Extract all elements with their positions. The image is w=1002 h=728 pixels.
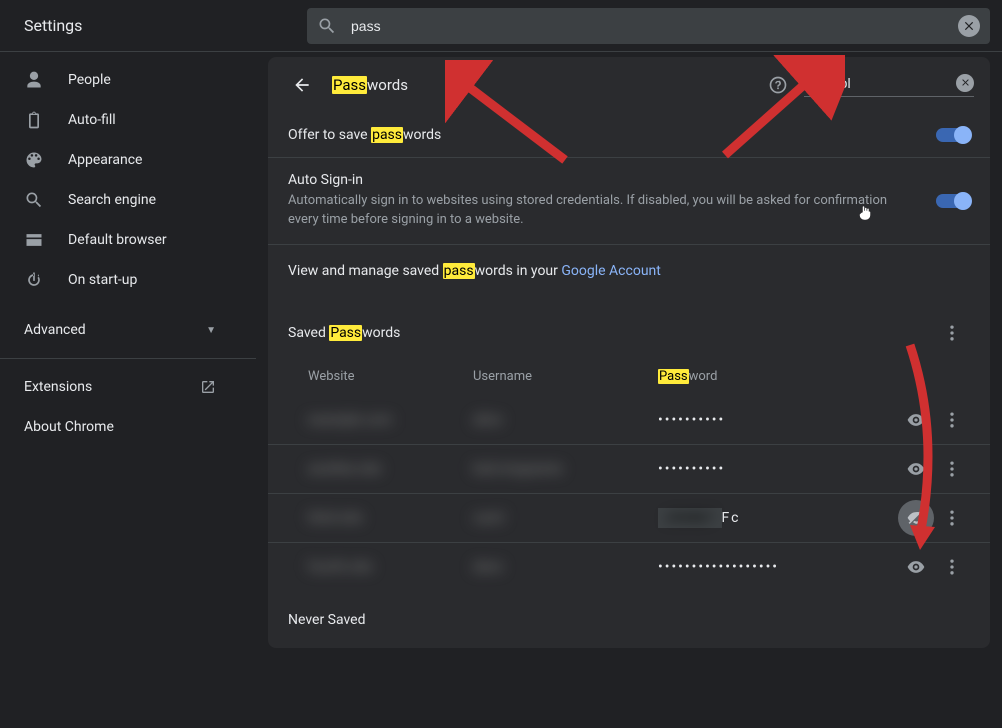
col-password: Password xyxy=(658,369,970,384)
browser-icon xyxy=(24,230,44,250)
sidebar-item-label: Appearance xyxy=(68,152,142,168)
auto-signin-setting: Auto Sign-in Automatically sign in to we… xyxy=(268,158,990,245)
toggle-visibility-button[interactable] xyxy=(898,500,934,536)
auto-signin-toggle[interactable] xyxy=(936,194,970,208)
password-mask: •••••••••• xyxy=(658,461,898,477)
password-row-menu[interactable] xyxy=(934,549,970,585)
highlight: pass xyxy=(443,263,475,279)
password-username: carol xyxy=(473,510,658,526)
close-icon xyxy=(960,77,971,88)
sidebar-item-default-browser[interactable]: Default browser xyxy=(0,220,256,260)
highlight: pass xyxy=(371,127,403,143)
password-row: another.sitebob.longname•••••••••• xyxy=(268,445,990,494)
back-button[interactable] xyxy=(284,67,320,103)
password-row: example.comalice•••••••••• xyxy=(268,396,990,445)
clipboard-icon xyxy=(24,110,44,130)
settings-search[interactable] xyxy=(307,8,990,44)
search-icon xyxy=(24,190,44,210)
password-mask: •••••••••••••••••• xyxy=(658,559,898,575)
help-button[interactable] xyxy=(760,67,796,103)
sidebar-item-label: Default browser xyxy=(68,232,167,248)
password-site[interactable]: third.site xyxy=(288,510,473,526)
palette-icon xyxy=(24,150,44,170)
password-row-menu[interactable] xyxy=(934,402,970,438)
saved-passwords-menu[interactable] xyxy=(934,315,970,351)
sidebar: People Auto-fill Appearance Search engin… xyxy=(0,52,256,728)
password-row-menu[interactable] xyxy=(934,451,970,487)
auto-signin-description: Automatically sign in to websites using … xyxy=(288,192,896,230)
settings-search-input[interactable] xyxy=(351,18,958,34)
highlight: Pass xyxy=(332,76,367,94)
sidebar-item-autofill[interactable]: Auto-fill xyxy=(0,100,256,140)
settings-title: Settings xyxy=(24,16,82,35)
sidebar-advanced[interactable]: Advanced ▼ xyxy=(0,310,256,350)
power-icon xyxy=(24,270,44,290)
password-value: x9A8b7Fc xyxy=(658,508,898,528)
close-icon xyxy=(962,19,976,33)
chevron-down-icon: ▼ xyxy=(206,325,216,336)
password-row-menu[interactable] xyxy=(934,500,970,536)
page-title: Passwords xyxy=(332,76,408,94)
never-saved-head: Never Saved xyxy=(268,592,990,648)
password-filter[interactable] xyxy=(804,74,974,97)
offer-to-save-toggle[interactable] xyxy=(936,128,970,142)
offer-to-save-setting: Offer to save passwords xyxy=(268,113,990,158)
sidebar-about-label: About Chrome xyxy=(24,419,114,435)
divider xyxy=(0,358,256,359)
person-icon xyxy=(24,70,44,90)
password-table-head: Website Username Password xyxy=(268,357,990,396)
search-icon xyxy=(804,75,820,91)
sidebar-item-people[interactable]: People xyxy=(0,60,256,100)
sidebar-item-label: Auto-fill xyxy=(68,112,116,128)
col-website: Website xyxy=(288,369,473,384)
sidebar-item-label: People xyxy=(68,72,111,88)
search-icon xyxy=(317,16,337,36)
col-username: Username xyxy=(473,369,658,384)
password-mask: •••••••••• xyxy=(658,412,898,428)
external-link-icon xyxy=(200,379,216,395)
sidebar-item-label: Search engine xyxy=(68,192,156,208)
sidebar-item-label: On start-up xyxy=(68,272,137,288)
main-content: Passwords xyxy=(256,52,1002,728)
password-username: alice xyxy=(473,412,658,428)
toggle-visibility-button[interactable] xyxy=(898,549,934,585)
password-row: fourth.sitedave•••••••••••••••••• xyxy=(268,543,990,592)
clear-filter-button[interactable] xyxy=(956,74,974,92)
clear-search-button[interactable] xyxy=(958,15,980,37)
offer-to-save-label: Offer to save passwords xyxy=(288,127,896,143)
sidebar-item-appearance[interactable]: Appearance xyxy=(0,140,256,180)
highlight: Pass xyxy=(329,325,362,341)
password-username: dave xyxy=(473,559,658,575)
password-site[interactable]: fourth.site xyxy=(288,559,473,575)
sidebar-item-on-startup[interactable]: On start-up xyxy=(0,260,256,300)
google-account-link[interactable]: Google Account xyxy=(561,263,660,279)
view-manage-text: View and manage saved passwords in your … xyxy=(268,245,990,297)
sidebar-extensions-label: Extensions xyxy=(24,379,92,395)
toggle-visibility-button[interactable] xyxy=(898,402,934,438)
sidebar-extensions[interactable]: Extensions xyxy=(0,367,256,407)
more-vert-icon xyxy=(942,323,962,343)
toggle-visibility-button[interactable] xyxy=(898,451,934,487)
auto-signin-label: Auto Sign-in xyxy=(288,172,896,188)
sidebar-advanced-label: Advanced xyxy=(24,322,86,338)
password-site[interactable]: example.com xyxy=(288,412,473,428)
arrow-left-icon xyxy=(292,75,312,95)
password-site[interactable]: another.site xyxy=(288,461,473,477)
password-filter-input[interactable] xyxy=(828,75,938,91)
password-row: third.sitecarolx9A8b7Fc xyxy=(268,494,990,543)
saved-passwords-head: Saved Passwords xyxy=(268,297,990,357)
password-username: bob.longname xyxy=(473,461,658,477)
highlight: Pass xyxy=(658,369,689,384)
help-icon xyxy=(768,75,788,95)
sidebar-about[interactable]: About Chrome xyxy=(0,407,256,447)
sidebar-item-search-engine[interactable]: Search engine xyxy=(0,180,256,220)
